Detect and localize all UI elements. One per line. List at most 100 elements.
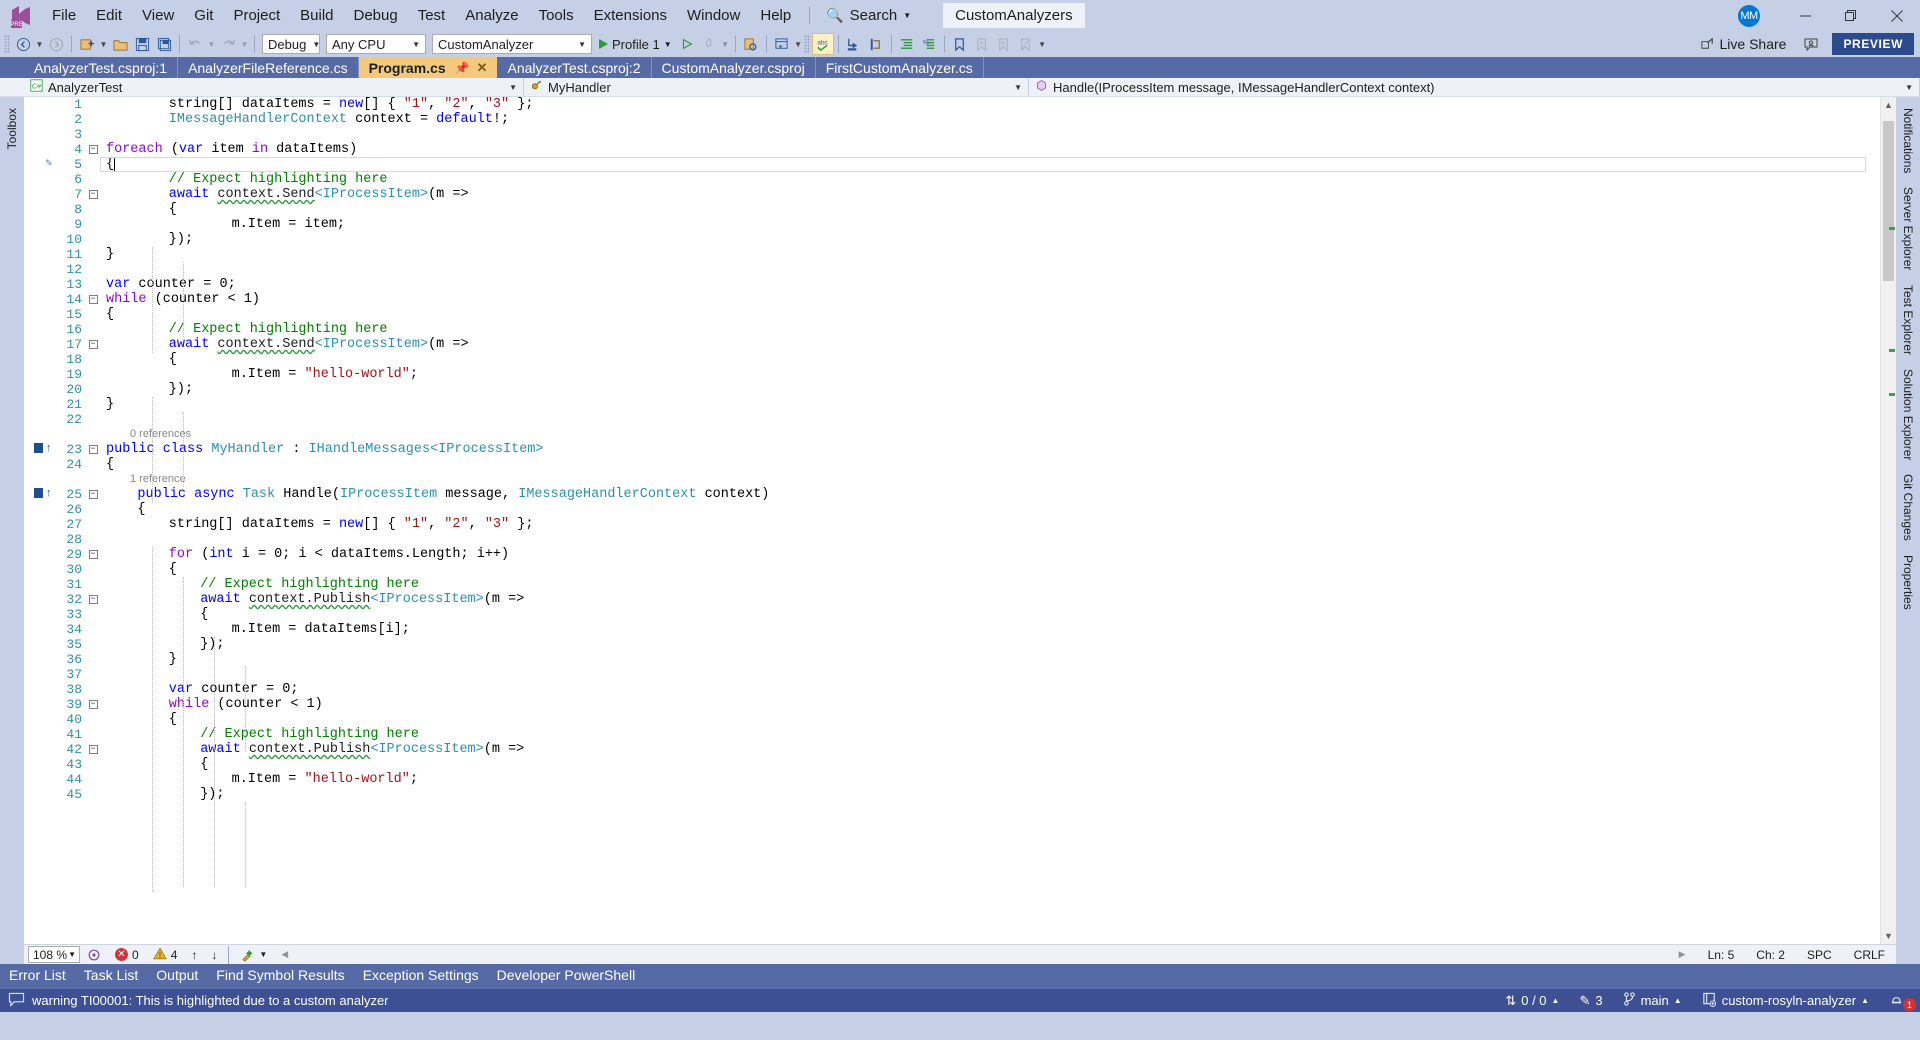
save-icon[interactable]	[131, 33, 153, 55]
code-line[interactable]: 1 string[] dataItems = new[] { "1", "2", …	[24, 97, 1896, 112]
breakpoint-gutter[interactable]	[24, 112, 52, 127]
bottom-tab-developer-powershell[interactable]: Developer PowerShell	[488, 964, 645, 986]
code-line[interactable]: 15 {	[24, 307, 1896, 322]
code-line[interactable]: 19 m.Item = "hello-world";	[24, 367, 1896, 382]
code-line[interactable]: 9 m.Item = item;	[24, 217, 1896, 232]
fold-margin[interactable]: −	[86, 487, 100, 502]
sidebar-item-git-changes[interactable]: Git Changes	[1900, 467, 1916, 548]
code-line[interactable]: 24 {	[24, 457, 1896, 472]
code-line[interactable]: 10});	[24, 232, 1896, 247]
pending-changes[interactable]: ✎ 3	[1569, 989, 1612, 1012]
fold-margin[interactable]	[86, 352, 100, 367]
breakpoint-gutter[interactable]: ✎	[24, 157, 52, 172]
breakpoint-gutter[interactable]	[24, 742, 52, 757]
code-line[interactable]: 44 m.Item = "hello-world";	[24, 772, 1896, 787]
bottom-tab-output[interactable]: Output	[147, 964, 207, 986]
bookmark-icon[interactable]	[949, 33, 971, 55]
toolbar-grip[interactable]	[4, 35, 10, 53]
fold-margin[interactable]: −	[86, 292, 100, 307]
code-line[interactable]: 28	[24, 532, 1896, 547]
bottom-tab-task-list[interactable]: Task List	[75, 964, 147, 986]
breakpoint-gutter[interactable]	[24, 397, 52, 412]
prev-issue-button[interactable]: ↑	[184, 948, 204, 962]
spell-check-icon[interactable]: abc	[811, 33, 834, 55]
editor-vertical-scrollbar[interactable]: ▲ ▼	[1880, 97, 1896, 944]
minimize-icon[interactable]	[1782, 0, 1828, 31]
save-all-icon[interactable]	[153, 33, 175, 55]
code-line[interactable]: 40 {	[24, 712, 1896, 727]
bottom-tab-find-symbol-results[interactable]: Find Symbol Results	[207, 964, 353, 986]
toolbar-overflow-icon[interactable]: ▼	[1037, 40, 1048, 49]
close-icon[interactable]: ✕	[477, 60, 488, 76]
navigate-forward-icon[interactable]	[45, 33, 67, 55]
breakpoint-gutter[interactable]	[24, 142, 52, 157]
fold-margin[interactable]	[86, 172, 100, 187]
startup-project-select[interactable]: CustomAnalyzer ▼	[432, 34, 592, 54]
scroll-up-icon[interactable]: ▲	[1881, 97, 1896, 113]
send-feedback-icon[interactable]	[1800, 33, 1822, 55]
breakpoint-gutter[interactable]	[24, 532, 52, 547]
code-line[interactable]: 8{	[24, 202, 1896, 217]
fold-margin[interactable]	[86, 682, 100, 697]
breakpoint-gutter[interactable]	[24, 667, 52, 682]
fold-margin[interactable]: −	[86, 337, 100, 352]
redo-icon[interactable]	[217, 33, 239, 55]
sidebar-item-properties[interactable]: Properties	[1900, 548, 1916, 617]
menu-help[interactable]: Help	[750, 3, 801, 29]
breakpoint-gutter[interactable]	[24, 127, 52, 142]
code-line[interactable]: 12	[24, 262, 1896, 277]
code-line[interactable]: 22	[24, 412, 1896, 427]
breakpoint-gutter[interactable]	[24, 607, 52, 622]
next-issue-button[interactable]: ↓	[204, 948, 224, 962]
breakpoint-gutter[interactable]	[24, 727, 52, 742]
code-line[interactable]: 11}	[24, 247, 1896, 262]
fold-margin[interactable]	[86, 112, 100, 127]
navigate-back-icon[interactable]	[12, 33, 34, 55]
undo-icon[interactable]	[184, 33, 206, 55]
code-line[interactable]: 36}	[24, 652, 1896, 667]
fold-margin[interactable]	[86, 322, 100, 337]
fold-margin[interactable]: −	[86, 142, 100, 157]
fold-margin[interactable]	[86, 772, 100, 787]
navbar-project-select[interactable]: C# AnalyzerTest ▼	[24, 78, 524, 96]
fold-margin[interactable]	[86, 652, 100, 667]
code-line[interactable]: ↑ 25− public async Task Handle(IProcessIte…	[24, 487, 1896, 502]
fold-margin[interactable]	[86, 562, 100, 577]
branch-selector[interactable]: main ▲	[1613, 989, 1692, 1012]
fold-margin[interactable]: −	[86, 742, 100, 757]
fold-margin[interactable]	[86, 667, 100, 682]
breakpoint-gutter[interactable]	[24, 367, 52, 382]
breakpoint-gutter[interactable]	[24, 517, 52, 532]
breakpoint-gutter[interactable]	[24, 592, 52, 607]
breakpoint-gutter[interactable]	[24, 187, 52, 202]
indent-indicator[interactable]: SPC	[1796, 948, 1843, 962]
fold-margin[interactable]	[86, 202, 100, 217]
breakpoint-gutter[interactable]	[24, 262, 52, 277]
fold-margin[interactable]	[86, 727, 100, 742]
uncomment-icon[interactable]: %	[918, 33, 940, 55]
breakpoint-gutter[interactable]	[24, 697, 52, 712]
breakpoint-gutter[interactable]	[24, 772, 52, 787]
avatar[interactable]: MM	[1738, 4, 1760, 27]
fold-margin[interactable]: −	[86, 547, 100, 562]
fold-margin[interactable]	[86, 712, 100, 727]
menu-analyze[interactable]: Analyze	[455, 3, 528, 29]
code-line[interactable]: 31 // Expect highlighting here	[24, 577, 1896, 592]
fold-margin[interactable]: −	[86, 442, 100, 457]
breakpoint-gutter[interactable]	[24, 172, 52, 187]
code-line[interactable]: 26 {	[24, 502, 1896, 517]
code-line[interactable]: 17− await context.Send<IProcessItem>(m =>	[24, 337, 1896, 352]
code-line[interactable]: 41 // Expect highlighting here	[24, 727, 1896, 742]
attach-process-icon[interactable]	[740, 33, 762, 55]
code-line[interactable]: 3	[24, 127, 1896, 142]
breakpoint-gutter[interactable]	[24, 652, 52, 667]
pin-icon[interactable]: 📌	[455, 61, 470, 75]
tab-firstcustomanalyzer-cs[interactable]: FirstCustomAnalyzer.cs	[815, 57, 984, 78]
code-line[interactable]: 43 {	[24, 757, 1896, 772]
menu-window[interactable]: Window	[677, 3, 750, 29]
breakpoint-gutter[interactable]	[24, 757, 52, 772]
breakpoint-gutter[interactable]	[24, 247, 52, 262]
code-lines-container[interactable]: 1 string[] dataItems = new[] { "1", "2", …	[24, 97, 1896, 892]
fold-margin[interactable]	[86, 502, 100, 517]
fold-margin[interactable]	[86, 217, 100, 232]
